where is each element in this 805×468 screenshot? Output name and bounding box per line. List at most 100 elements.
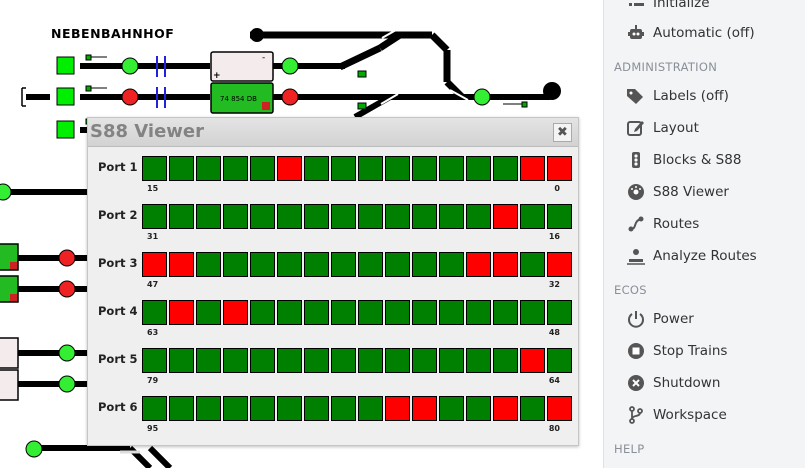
sensor-cell-free	[385, 348, 410, 373]
sensor-cell-free	[331, 156, 356, 181]
dashboard-icon	[626, 182, 646, 202]
section-ecos: ECOS	[614, 283, 647, 297]
sidebar-item-label: Labels (off)	[653, 88, 729, 104]
sensor-cell-free	[439, 252, 464, 277]
traffic-light-icon	[626, 150, 646, 170]
port-cells	[142, 156, 574, 181]
s88-viewer-dialog: S88 Viewer ✖ Port 1 15 0 Port 2 31 16 Port 3 47…	[87, 117, 579, 446]
sensor-cell-occupied	[142, 252, 167, 277]
sensor-cell-free	[277, 396, 302, 421]
sensor-cell-free	[277, 300, 302, 325]
sensor-cell-free	[547, 348, 572, 373]
close-button[interactable]: ✖	[553, 123, 572, 142]
dialog-titlebar[interactable]: S88 Viewer ✖	[88, 118, 578, 147]
sensor-cell-occupied	[412, 396, 437, 421]
sidebar-item-layout[interactable]: Layout	[626, 117, 699, 139]
port-label: Port 1	[98, 160, 138, 174]
sensor-cell-free	[385, 204, 410, 229]
port-row: Port 1 15 0	[88, 156, 578, 206]
sensor-cell-free	[250, 252, 275, 277]
station-name: NEBENBAHNHOF	[51, 26, 175, 41]
port-row: Port 2 31 16	[88, 204, 578, 254]
sensor-cell-free	[439, 348, 464, 373]
sidebar-item-labels[interactable]: Labels (off)	[626, 85, 729, 107]
sidebar-item-label: S88 Viewer	[653, 184, 729, 200]
sensor-cell-free	[304, 348, 329, 373]
sensor-cell-occupied	[223, 300, 248, 325]
sensor-cell-free	[223, 204, 248, 229]
sensor-cell-free	[169, 204, 194, 229]
shutdown-icon	[626, 373, 646, 393]
sensor-cell-free	[142, 156, 167, 181]
sensor-cell-free	[142, 348, 167, 373]
route-icon	[626, 214, 646, 234]
port-low-index: 0	[554, 184, 560, 193]
sensor-cell-free	[439, 156, 464, 181]
edit-icon	[626, 118, 646, 138]
port-label: Port 6	[98, 400, 138, 414]
sidebar-item-automatic[interactable]: Automatic (off)	[626, 22, 755, 44]
sensor-cell-free	[466, 396, 491, 421]
sidebar-item-label: Routes	[653, 216, 700, 232]
sidebar-item-label: Automatic (off)	[653, 25, 755, 41]
sensor-cell-free	[412, 156, 437, 181]
sensor-cell-free	[466, 156, 491, 181]
power-icon	[626, 309, 646, 329]
port-cells	[142, 252, 574, 277]
sensor-cell-free	[385, 156, 410, 181]
port-high-index: 47	[147, 280, 159, 289]
port-cells	[142, 204, 574, 229]
sensor-cell-free	[331, 300, 356, 325]
sidebar-item-label: Workspace	[653, 407, 727, 423]
sensor-cell-free	[547, 300, 572, 325]
sensor-cell-free	[493, 156, 518, 181]
sidebar-item-blocks-s88[interactable]: Blocks & S88	[626, 149, 741, 171]
sensor-cell-occupied	[493, 252, 518, 277]
sensor-cell-free	[277, 348, 302, 373]
analyze-icon	[626, 246, 646, 266]
sensor-cell-free	[439, 396, 464, 421]
stop-icon	[626, 341, 646, 361]
port-low-index: 64	[548, 376, 560, 385]
port-high-index: 79	[147, 376, 159, 385]
port-row: Port 6 95 80	[88, 396, 578, 446]
port-cells	[142, 348, 574, 373]
sensor-cell-free	[304, 300, 329, 325]
sidebar-item-workspace[interactable]: Workspace	[626, 404, 727, 426]
sensor-cell-free	[385, 252, 410, 277]
sensor-cell-occupied	[547, 252, 572, 277]
dialog-title: S88 Viewer	[90, 121, 204, 142]
train-number[interactable]: 74 854 DB	[220, 95, 257, 103]
port-high-index: 31	[147, 232, 159, 241]
sensor-cell-free	[412, 348, 437, 373]
sidebar-item-s88-viewer[interactable]: S88 Viewer	[626, 181, 729, 203]
sidebar-item-stop-trains[interactable]: Stop Trains	[626, 340, 727, 362]
svg-text:-: -	[262, 53, 265, 63]
section-administration: ADMINISTRATION	[614, 60, 718, 74]
sensor-cell-free	[223, 348, 248, 373]
sensor-cell-occupied	[385, 396, 410, 421]
sidebar-item-label: Initialize	[653, 0, 710, 11]
sidebar-item-initialize[interactable]: Initialize	[626, 0, 710, 14]
sensor-cell-free	[196, 252, 221, 277]
sensor-cell-free	[250, 348, 275, 373]
sidebar-item-shutdown[interactable]: Shutdown	[626, 372, 720, 394]
sensor-cell-free	[520, 300, 545, 325]
port-row: Port 5 79 64	[88, 348, 578, 398]
sensor-cell-free	[196, 204, 221, 229]
sensor-cell-free	[169, 156, 194, 181]
sensor-cell-free	[412, 252, 437, 277]
sidebar-item-routes[interactable]: Routes	[626, 213, 699, 235]
port-low-index: 48	[548, 328, 560, 337]
sidebar-item-analyze-routes[interactable]: Analyze Routes	[626, 245, 757, 267]
sensor-cell-free	[304, 252, 329, 277]
sensor-cell-free	[520, 396, 545, 421]
sidebar-item-label: Power	[653, 311, 694, 327]
sidebar-item-label: Analyze Routes	[653, 248, 757, 264]
sensor-cell-free	[331, 396, 356, 421]
sensor-cell-free	[196, 396, 221, 421]
port-label: Port 5	[98, 352, 138, 366]
port-high-index: 63	[147, 328, 159, 337]
sidebar-item-power[interactable]: Power	[626, 308, 694, 330]
sensor-cell-occupied	[493, 396, 518, 421]
